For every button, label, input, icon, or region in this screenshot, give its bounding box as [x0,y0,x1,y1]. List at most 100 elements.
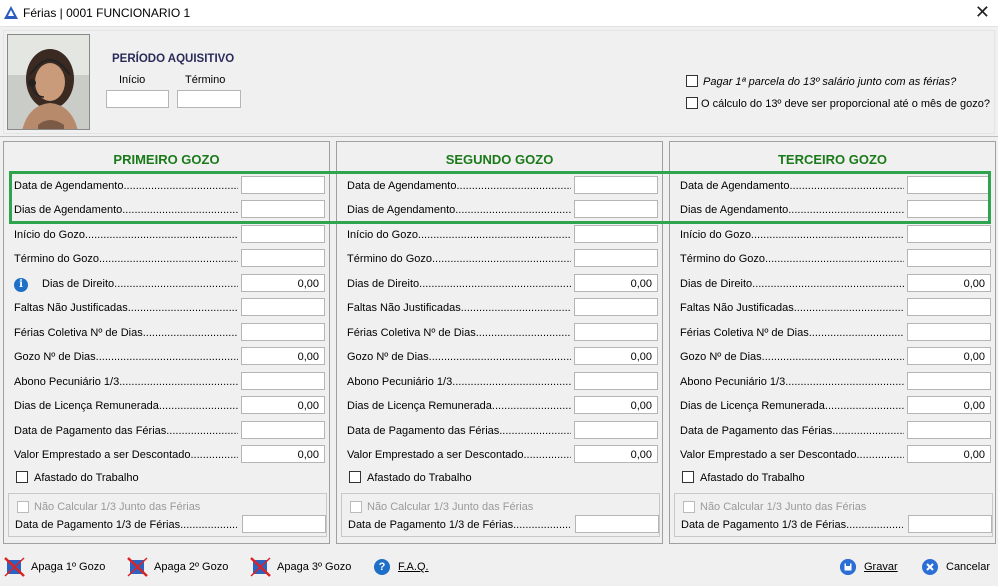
window-title: Férias | 0001 FUNCIONARIO 1 [23,6,191,20]
afastado-label: Afastado do Trabalho [367,472,472,484]
app-logo-icon [4,6,18,19]
faq-button[interactable]: ? F.A.Q. [374,557,429,577]
field-input[interactable] [907,298,991,316]
field-input[interactable]: 0,00 [574,396,658,414]
field-input[interactable]: 0,00 [907,347,991,365]
nao-calcular-label: Não Calcular 1/3 Junto das Férias [34,501,201,513]
field-label: Data de Pagamento das Férias............… [14,425,238,437]
close-icon[interactable]: ✕ [975,3,990,21]
terco-group: Não Calcular 1/3 Junto das Férias Data de… [674,493,993,537]
field-input[interactable]: 0,00 [241,274,325,292]
field-label: Faltas Não Justificadas.................… [680,302,904,314]
agendamento-highlight [9,171,991,224]
calculo-proporcional-checkbox[interactable] [686,97,698,109]
field-input[interactable] [907,323,991,341]
field-label: Valor Emprestado a ser Descontado.......… [680,449,904,461]
field-input[interactable] [907,249,991,267]
delete-icon [250,557,272,577]
field-input[interactable] [241,298,325,316]
data-pagamento-terco-label: Data de Pagamento 1/3 de Férias.........… [681,519,903,531]
inicio-label: Início [119,74,146,86]
faq-label: F.A.Q. [398,561,429,573]
field-label: Valor Emprestado a ser Descontado.......… [14,449,238,461]
afastado-label: Afastado do Trabalho [700,472,805,484]
terco-group: Não Calcular 1/3 Junto das Férias Data de… [341,493,660,537]
inicio-input[interactable] [106,90,169,108]
field-label: Término do Gozo.........................… [680,253,904,265]
field-label: Início do Gozo..........................… [347,229,571,241]
field-input[interactable] [574,225,658,243]
nao-calcular-checkbox[interactable] [683,501,695,513]
field-input[interactable]: 0,00 [241,347,325,365]
panel-title: SEGUNDO GOZO [445,152,554,167]
gravar-button[interactable]: Gravar [840,557,898,577]
field-label: Férias Coletiva Nº de Dias..............… [680,327,904,339]
pagar-parcela-label: Pagar 1ª parcela do 13º salário junto co… [703,76,957,88]
delete-icon [127,557,149,577]
field-label: Término do Gozo.........................… [14,253,238,265]
field-input[interactable] [907,372,991,390]
afastado-checkbox[interactable] [16,471,28,483]
field-label: Data de Pagamento das Férias............… [680,425,904,437]
nao-calcular-label: Não Calcular 1/3 Junto das Férias [700,501,867,513]
field-input[interactable]: 0,00 [907,396,991,414]
field-label: Abono Pecuniário 1/3....................… [347,376,571,388]
termino-label: Término [185,74,226,86]
afastado-checkbox[interactable] [349,471,361,483]
field-input[interactable] [907,225,991,243]
field-input[interactable] [241,323,325,341]
field-label: Gozo Nº de Dias.........................… [680,351,904,363]
field-label: Férias Coletiva Nº de Dias..............… [347,327,571,339]
field-label: Dias de Direito.........................… [42,278,238,290]
field-label: Férias Coletiva Nº de Dias..............… [14,327,238,339]
field-label: Término do Gozo.........................… [347,253,571,265]
field-label: Faltas Não Justificadas.................… [14,302,238,314]
field-input[interactable] [574,372,658,390]
data-pagamento-terco-label: Data de Pagamento 1/3 de Férias.........… [15,519,237,531]
field-input[interactable]: 0,00 [907,274,991,292]
title-bar: Férias | 0001 FUNCIONARIO 1 ✕ [0,0,998,27]
field-input[interactable] [241,249,325,267]
gravar-label: Gravar [864,561,898,573]
cancelar-label: Cancelar [946,561,991,573]
field-input[interactable]: 0,00 [241,445,325,463]
field-input[interactable]: 0,00 [574,445,658,463]
field-input[interactable]: 0,00 [241,396,325,414]
field-input[interactable] [241,372,325,390]
nao-calcular-label: Não Calcular 1/3 Junto das Férias [367,501,534,513]
apaga-1-gozo-button[interactable]: Apaga 1º Gozo [4,557,105,577]
panel-title: PRIMEIRO GOZO [113,152,220,167]
apaga-3-gozo-button[interactable]: Apaga 3º Gozo [250,557,351,577]
field-input[interactable] [574,421,658,439]
field-input[interactable] [241,421,325,439]
termino-input[interactable] [177,90,241,108]
field-input[interactable]: 0,00 [574,274,658,292]
cancel-icon [922,559,938,575]
data-pagamento-terco-input[interactable] [908,515,992,533]
pagar-parcela-checkbox[interactable] [686,75,698,87]
field-label: Faltas Não Justificadas.................… [347,302,571,314]
field-input[interactable] [574,249,658,267]
data-pagamento-terco-input[interactable] [575,515,659,533]
data-pagamento-terco-input[interactable] [242,515,326,533]
cancelar-button[interactable]: Cancelar [922,557,990,577]
bottom-toolbar: Apaga 1º Gozo Apaga 2º Gozo Apaga 3º Goz… [0,552,998,586]
info-icon[interactable]: i [14,278,28,292]
afastado-checkbox[interactable] [682,471,694,483]
periodo-section: PERÍODO AQUISITIVO Início Término Pagar … [3,30,995,134]
field-label: Dias de Licença Remunerada..............… [14,400,238,412]
apaga-2-gozo-button[interactable]: Apaga 2º Gozo [127,557,228,577]
calculo-proporcional-label: O cálculo do 13º deve ser proporcional a… [701,98,990,110]
nao-calcular-checkbox[interactable] [17,501,29,513]
field-input[interactable] [574,298,658,316]
field-input[interactable] [574,323,658,341]
field-input[interactable]: 0,00 [907,445,991,463]
field-label: Dias de Licença Remunerada..............… [347,400,571,412]
field-input[interactable] [907,421,991,439]
field-label: Início do Gozo..........................… [680,229,904,241]
nao-calcular-checkbox[interactable] [350,501,362,513]
field-input[interactable] [241,225,325,243]
terco-group: Não Calcular 1/3 Junto das Férias Data de… [8,493,327,537]
field-input[interactable]: 0,00 [574,347,658,365]
panel-title: TERCEIRO GOZO [777,152,888,167]
